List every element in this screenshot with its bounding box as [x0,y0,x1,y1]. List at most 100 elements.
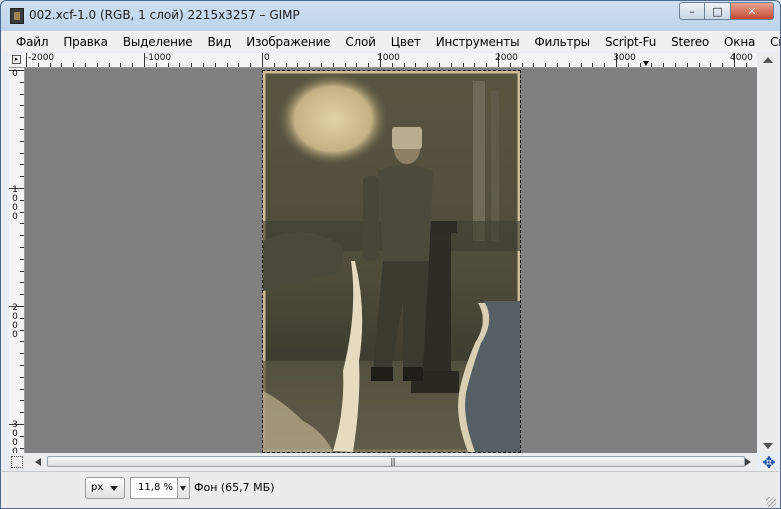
scroll-left-icon[interactable] [35,458,41,466]
ruler-tick [521,63,523,67]
zoom-input[interactable]: 11,8 % [130,477,178,499]
ruler-tick [297,63,299,67]
menu-stereo[interactable]: Stereo [656,35,709,49]
menu-script-fu[interactable]: Script-Fu [590,35,656,49]
ruler-tick [509,63,511,67]
ruler-tick [675,63,676,67]
ruler-tick [20,317,24,319]
zoom-dropdown-button[interactable] [178,477,190,499]
ruler-tick [120,63,122,67]
scroll-up-icon[interactable] [763,57,773,63]
menu-edit[interactable]: Правка [48,35,108,49]
window-title: 002.xcf-1.0 (RGB, 1 слой) 2215x3257 – GI… [29,8,300,22]
ruler-tick [20,247,24,248]
ruler-tick [722,63,724,67]
unit-value: px [91,482,104,493]
menu-tools[interactable]: Инструменты [421,35,520,49]
ruler-tick [26,53,27,67]
ruler-tick [20,117,24,119]
ruler-label: 4000 [730,53,753,63]
horizontal-scrollbar-thumb[interactable]: ||| [47,456,745,467]
ruler-tick [20,400,24,402]
menu-filters[interactable]: Фильтры [519,35,590,49]
ruler-tick [203,63,204,67]
ruler-tick [20,199,24,201]
menu-colors[interactable]: Цвет [376,35,421,49]
ruler-label: 0 [264,53,270,63]
ruler-tick [20,152,24,154]
ruler-label: 3000 [613,53,636,63]
chevron-down-icon [110,486,118,491]
ruler-tick [20,388,24,390]
menu-view[interactable]: Вид [193,35,232,49]
ruler-tick [474,63,476,67]
ruler-tick [415,63,417,67]
ruler-tick [262,53,263,67]
menu-select[interactable]: Выделение [108,35,193,49]
ruler-tick [20,93,24,95]
ruler-label: 1000 [377,53,400,63]
ruler-tick [96,63,98,67]
ruler-label: 3000 [12,420,18,454]
window-controls: – □ ✕ [679,2,774,20]
ruler-label: -2000 [28,53,55,63]
ruler-tick [557,63,558,67]
scroll-right-icon[interactable] [745,458,751,466]
ruler-tick [344,63,346,67]
photo-icon[interactable] [262,70,521,453]
ruler-tick [368,63,370,67]
ruler-tick [20,329,24,331]
quickmask-icon[interactable] [11,456,23,468]
ruler-tick [61,63,63,67]
ruler-tick [20,105,24,107]
ruler-tick [604,63,606,67]
maximize-button[interactable]: □ [705,2,731,20]
ruler-tick [20,435,24,437]
ruler-tick [698,63,700,67]
resize-grip-icon[interactable] [766,497,776,507]
unit-select[interactable]: px [85,477,125,499]
ruler-tick [686,63,688,67]
ruler-tick [20,365,24,366]
ruler-tick [403,63,405,67]
ruler-tick [450,63,452,67]
close-button[interactable]: ✕ [731,2,774,20]
pointer-marker [643,61,649,66]
menu-help[interactable]: Справка [755,35,780,49]
ruler-tick [250,63,252,67]
ruler-tick [462,63,464,67]
ruler-tick [49,63,51,67]
ruler-tick [20,176,24,178]
menu-file[interactable]: Файл [2,35,49,49]
ruler-tick [20,81,24,83]
gimp-window: 002.xcf-1.0 (RGB, 1 слой) 2215x3257 – GI… [0,0,781,509]
image-canvas[interactable] [25,68,757,453]
chevron-down-icon [180,486,186,491]
ruler-label: 0 [12,69,18,79]
menu-bar: Файл Правка Выделение Вид Изображение Сл… [2,31,780,52]
ruler-label: 2000 [495,53,518,63]
image-menu-icon[interactable]: ▸ [12,55,21,64]
menu-image[interactable]: Изображение [231,35,330,49]
navigate-icon[interactable]: ✥ [758,453,780,472]
scroll-down-icon[interactable] [763,443,773,449]
vertical-scrollbar[interactable] [758,53,780,453]
layer-info: Фон (65,7 МБ) [194,481,275,494]
minimize-button[interactable]: – [679,2,705,20]
menu-layer[interactable]: Слой [330,35,376,49]
ruler-corner[interactable]: ▸ [9,53,25,68]
ruler-tick [627,63,629,67]
ruler-tick [20,412,24,414]
ruler-tick [745,63,747,67]
title-bar[interactable]: 002.xcf-1.0 (RGB, 1 слой) 2215x3257 – GI… [1,1,780,30]
horizontal-ruler[interactable]: -2000 -1000 0 1000 2000 3000 4000 [25,53,757,68]
ruler-tick [533,63,535,67]
ruler-tick [20,282,24,284]
menu-windows[interactable]: Окна [709,35,755,49]
vertical-ruler[interactable]: 0 1000 2000 3000 [9,68,25,453]
ruler-tick [427,63,429,67]
gimp-icon [10,8,24,24]
ruler-tick [20,235,24,237]
ruler-tick [592,63,594,67]
ruler-tick [37,63,39,67]
